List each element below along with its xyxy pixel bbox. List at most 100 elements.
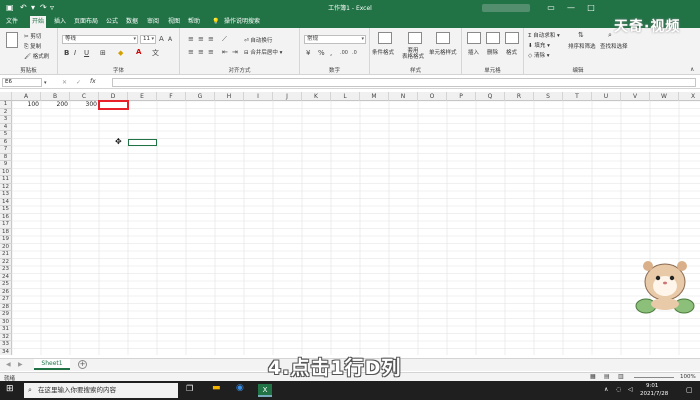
page-layout-view-icon[interactable]: ▤ <box>604 373 610 381</box>
formula-input[interactable] <box>112 78 696 87</box>
increase-decimal-icon[interactable]: .00 <box>340 49 348 57</box>
zoom-level[interactable]: 100% <box>680 374 696 380</box>
font-size-select[interactable]: 11 ▾ <box>140 35 156 44</box>
insert-cells-icon[interactable] <box>467 32 481 44</box>
zoom-slider[interactable] <box>634 377 674 378</box>
align-middle-icon[interactable]: ≡ <box>198 35 204 43</box>
cancel-icon[interactable]: ✕ <box>62 79 67 87</box>
minimize-icon[interactable]: — <box>562 1 580 15</box>
find-select-button[interactable]: 查找和选择 <box>600 42 628 50</box>
volume-icon[interactable]: ◁ <box>628 386 633 394</box>
indent-icon[interactable]: ⇤ <box>222 48 228 56</box>
format-cells-icon[interactable] <box>505 32 519 44</box>
copy-label: 复制 <box>30 44 42 50</box>
copy-button[interactable]: ⎘ 复制 <box>24 42 41 51</box>
borders-icon[interactable]: ⊞ <box>100 49 106 57</box>
restore-icon[interactable]: □ <box>582 1 600 15</box>
tab-6[interactable]: 审阅 <box>145 16 161 28</box>
conditional-format-button[interactable]: 条件格式 <box>372 48 394 56</box>
sheet-tab-sheet1[interactable]: Sheet1 <box>34 359 70 370</box>
add-sheet-button[interactable]: + <box>78 360 87 369</box>
delete-cells-button[interactable]: 删除 <box>487 48 498 56</box>
clock-date[interactable]: 2021/7/28 <box>640 391 668 397</box>
wrap-text-button[interactable]: ⏎ 自动换行 <box>244 36 272 44</box>
orientation-icon[interactable]: ⟋ <box>222 35 227 43</box>
page-break-view-icon[interactable]: ▥ <box>618 373 624 381</box>
align-bottom-icon[interactable]: ≡ <box>208 35 214 43</box>
tab-8[interactable]: 帮助 <box>186 16 202 28</box>
insert-function-button[interactable]: fx <box>90 78 96 86</box>
format-as-table-button[interactable]: 套用 表格格式 <box>402 48 424 60</box>
underline-button[interactable]: U <box>84 49 89 57</box>
active-cell[interactable] <box>128 138 157 146</box>
align-left-icon[interactable]: ≡ <box>188 48 194 56</box>
tab-5[interactable]: 数据 <box>124 16 140 28</box>
italic-button[interactable]: I <box>74 49 76 57</box>
tab-9[interactable]: 操作说明搜索 <box>222 16 262 28</box>
align-right-icon[interactable]: ≡ <box>208 48 214 56</box>
find-select-icon[interactable]: ⌕ <box>608 31 612 39</box>
sort-filter-icon[interactable]: ⇅ <box>578 31 584 39</box>
collapse-ribbon-icon[interactable]: ∧ <box>690 66 694 74</box>
merge-center-button[interactable]: ⊟ 合并后居中 ▾ <box>244 48 282 56</box>
paste-icon[interactable] <box>6 32 18 48</box>
worksheet-grid[interactable]: ABCDEFGHIJKLMNOPQRSTUVWX 1 2 3 4 5 6 7 8 9 10 11 12… <box>0 92 700 355</box>
number-format-select[interactable]: 常规 ▾ <box>304 35 366 44</box>
normal-view-icon[interactable]: ▦ <box>590 373 596 381</box>
currency-icon[interactable]: ¥ <box>306 49 310 57</box>
format-cells-button[interactable]: 格式 <box>506 48 517 56</box>
decrease-decimal-icon[interactable]: .0 <box>352 49 357 57</box>
tab-1[interactable]: 开始 <box>30 16 47 28</box>
tab-2[interactable]: 插入 <box>52 16 68 28</box>
tab-4[interactable]: 公式 <box>104 16 120 28</box>
windows-start-icon[interactable]: ⊞ <box>6 385 14 394</box>
format-painter-button[interactable]: 🖌 格式刷 <box>24 52 49 60</box>
tab-3[interactable]: 页面布局 <box>72 16 100 28</box>
ribbon-options-icon[interactable]: ▭ <box>542 1 560 15</box>
autosum-button[interactable]: Σ 自动求和 ▾ <box>528 31 560 39</box>
align-center-icon[interactable]: ≡ <box>198 48 204 56</box>
enter-icon[interactable]: ✓ <box>76 79 81 87</box>
delete-cells-icon[interactable] <box>486 32 500 44</box>
cell-b1[interactable]: 200 <box>41 101 70 109</box>
clipboard-group-label: 剪贴板 <box>20 68 37 74</box>
file-explorer-icon[interactable]: ▬ <box>212 384 221 393</box>
task-view-icon[interactable]: ❐ <box>186 385 193 393</box>
cell-styles-icon[interactable] <box>436 32 450 44</box>
tab-0[interactable]: 文件 <box>4 16 20 28</box>
cell-styles-button[interactable]: 单元格样式 <box>429 48 457 56</box>
align-top-icon[interactable]: ≡ <box>188 35 194 43</box>
clear-button[interactable]: ◇ 清除 ▾ <box>528 51 550 59</box>
fill-button[interactable]: ⬇ 填充 ▾ <box>528 41 550 49</box>
cell-c1[interactable]: 300 <box>70 101 99 109</box>
taskbar-search-input[interactable]: ⌕ 在这里输入你要搜索的内容 <box>24 383 178 398</box>
fill-color-icon[interactable]: ◆ <box>118 49 123 57</box>
decrease-font-icon[interactable]: A <box>168 36 172 44</box>
notification-icon[interactable]: ▢ <box>686 386 693 394</box>
bold-button[interactable]: B <box>64 49 69 57</box>
scroll-right-icon[interactable]: ▶ <box>18 361 23 369</box>
edge-icon[interactable]: ◉ <box>236 384 244 393</box>
font-name-select[interactable]: 等线 ▾ <box>62 35 138 44</box>
format-as-table-icon[interactable] <box>408 32 422 44</box>
clock-time[interactable]: 9:01 <box>646 383 658 389</box>
percent-icon[interactable]: % <box>318 49 325 57</box>
sort-filter-button[interactable]: 排序和筛选 <box>568 42 596 50</box>
cut-button[interactable]: ✂ 剪切 <box>24 32 41 40</box>
cell-a1[interactable]: 100 <box>12 101 41 109</box>
comma-icon[interactable]: , <box>330 49 332 57</box>
scroll-left-icon[interactable]: ◀ <box>6 361 11 369</box>
insert-cells-button[interactable]: 插入 <box>468 48 479 56</box>
hamster-mascot-illustration <box>635 261 695 314</box>
phonetic-icon[interactable]: 文 <box>152 49 159 57</box>
font-color-icon[interactable]: A <box>136 48 141 56</box>
excel-taskbar-icon[interactable]: X <box>258 384 272 397</box>
name-box-dropdown-icon[interactable]: ▾ <box>44 79 47 87</box>
outdent-icon[interactable]: ⇥ <box>232 48 238 56</box>
tray-up-icon[interactable]: ∧ <box>604 386 608 394</box>
network-icon[interactable]: ◌ <box>616 386 621 394</box>
increase-font-icon[interactable]: A <box>159 35 164 43</box>
tab-7[interactable]: 视图 <box>166 16 182 28</box>
name-box[interactable]: E6 <box>2 78 42 87</box>
conditional-format-icon[interactable] <box>378 32 392 44</box>
